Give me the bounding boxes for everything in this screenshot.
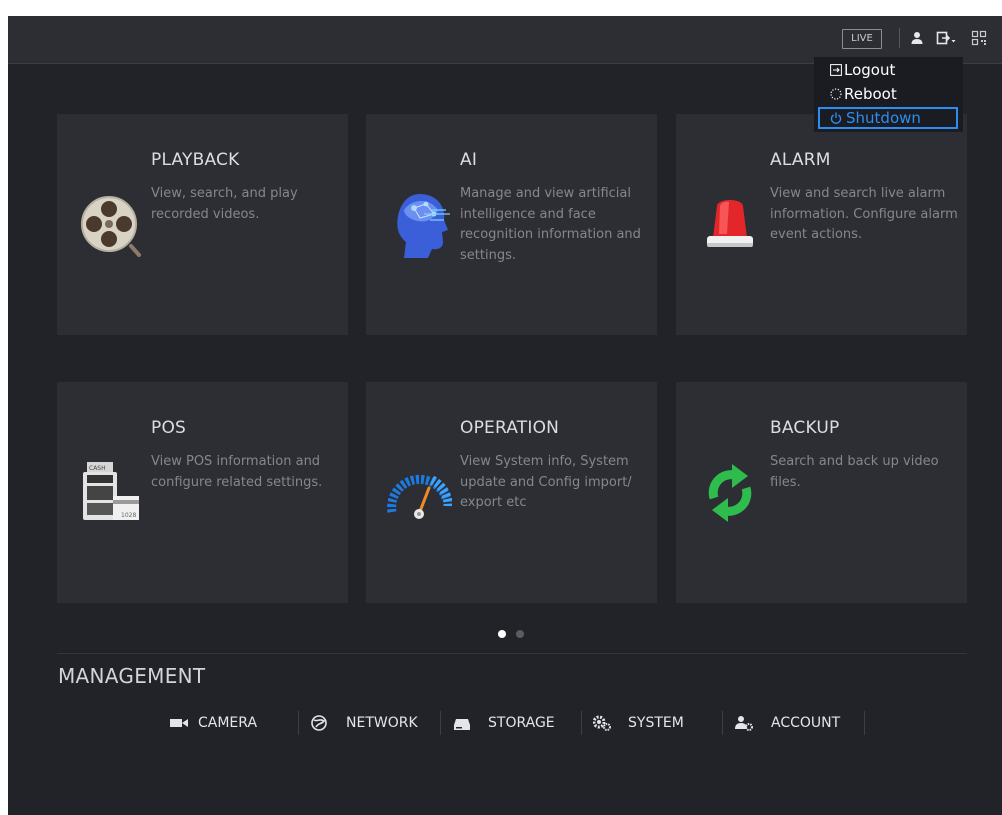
film-reel-icon	[81, 196, 141, 257]
logout-icon	[830, 64, 842, 76]
menu-item-shutdown[interactable]: Shutdown	[818, 107, 958, 129]
menu-item-label: Reboot	[844, 85, 897, 103]
card-description: View, search, and play recorded videos.	[151, 186, 298, 222]
management-divider	[581, 711, 582, 735]
alarm-light-icon	[707, 200, 753, 247]
app-screen: LIVE PLAYBACK View, search, and play rec…	[8, 16, 1002, 815]
logout-icon[interactable]	[936, 30, 956, 46]
card-title: PLAYBACK	[151, 150, 240, 170]
management-label: NETWORK	[346, 715, 418, 731]
menu-item-label: Shutdown	[846, 109, 921, 127]
management-label: CAMERA	[198, 715, 258, 731]
globe-icon	[311, 715, 327, 731]
power-icon	[830, 112, 842, 124]
card-operation[interactable]: OPERATION View System info, System updat…	[366, 382, 657, 603]
live-button[interactable]: LIVE	[842, 29, 882, 49]
ai-head-icon	[397, 194, 450, 258]
card-title: ALARM	[770, 150, 831, 170]
menu-item-logout[interactable]: Logout	[818, 59, 958, 81]
page-dot[interactable]	[516, 630, 524, 638]
card-backup[interactable]: BACKUP Search and back up video files.	[676, 382, 967, 603]
section-divider	[57, 653, 967, 654]
reboot-icon	[830, 88, 842, 100]
management-label: SYSTEM	[628, 715, 684, 731]
menu-item-label: Logout	[844, 61, 896, 79]
card-description: View System info, System update and Conf…	[460, 454, 632, 510]
card-description: View POS information and configure relat…	[151, 454, 323, 490]
management-divider	[440, 711, 441, 735]
account-gear-icon	[735, 716, 753, 731]
card-pos[interactable]: CASH 1028 POS View POS information and c…	[57, 382, 348, 603]
menu-item-reboot[interactable]: Reboot	[818, 83, 958, 105]
camera-icon	[170, 719, 188, 727]
card-playback[interactable]: PLAYBACK View, search, and play recorded…	[57, 114, 348, 335]
card-description: View and search live alarm information. …	[770, 186, 958, 242]
toolbar-divider	[899, 28, 900, 48]
card-title: AI	[460, 150, 478, 170]
management-label: ACCOUNT	[771, 715, 841, 731]
card-description: Manage and view artificial intelligence …	[460, 186, 641, 263]
svg-text:CASH: CASH	[89, 465, 106, 472]
svg-text:1028: 1028	[121, 512, 136, 519]
gears-icon	[593, 715, 611, 731]
management-divider	[864, 711, 865, 735]
management-label: STORAGE	[488, 715, 555, 731]
cash-register-icon: CASH 1028	[83, 462, 139, 520]
card-title: POS	[151, 418, 187, 438]
storage-icon	[454, 719, 470, 730]
user-dropdown-menu: Logout Reboot Shutdown	[814, 57, 963, 132]
management-divider	[298, 711, 299, 735]
gauge-icon	[387, 474, 452, 519]
page-dot-active[interactable]	[498, 630, 506, 638]
card-ai[interactable]: AI Manage and view artificial intelligen…	[366, 114, 657, 335]
card-title: OPERATION	[460, 418, 560, 438]
card-alarm[interactable]: ALARM View and search live alarm informa…	[676, 114, 967, 335]
card-title: BACKUP	[770, 418, 840, 438]
management-title: MANAGEMENT	[58, 664, 206, 688]
refresh-arrows-icon	[708, 464, 752, 522]
user-icon[interactable]	[909, 30, 925, 46]
card-description: Search and back up video files.	[770, 454, 939, 490]
qr-code-icon[interactable]	[971, 30, 987, 46]
management-divider	[722, 711, 723, 735]
